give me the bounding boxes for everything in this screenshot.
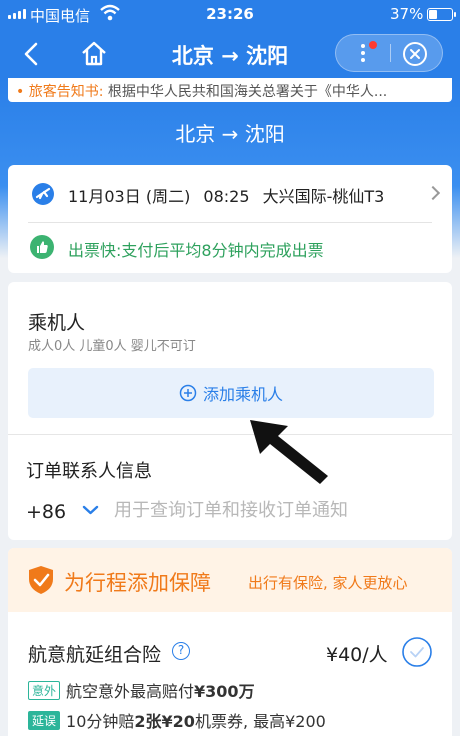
flight-time: 08:25 [203,187,250,206]
coverage-line: 意外 航空意外最高赔付¥300万 [28,678,255,702]
capsule-divider [390,44,391,62]
insurance-banner-slogan: 出行有保险, 家人更放心 [248,574,408,592]
battery-percent: 37% [390,5,424,23]
plane-icon [32,183,54,205]
insurance-price: ¥40/人 [326,644,388,666]
fast-ticket-text: 出票快:支付后平均8分钟内完成出票 [68,241,324,260]
chevron-down-icon[interactable] [82,504,99,516]
route-title: 北京 → 沈阳 [175,122,285,146]
phone-input[interactable] [114,500,414,521]
flight-card[interactable]: 11月03日 (周二) 08:25 大兴国际-桃仙T3 出票快:支付后平均8分钟… [8,165,452,273]
coverage-text: 航空意外最高赔付 [66,682,195,701]
notice-banner[interactable]: • 旅客告知书: 根据中华人民共和国海关总署关于《中华人... [8,78,452,102]
shield-icon [29,566,53,594]
coverage-text: 10分钟赔 [66,712,135,731]
menu-capsule [335,34,443,72]
country-code-select[interactable]: +86 [26,501,66,523]
flight-date: 11月03日 [68,187,141,206]
flight-weekday: (周二) [145,187,191,206]
passenger-summary: 成人0人 儿童0人 婴儿不可订 [28,339,196,354]
help-icon[interactable]: ? [172,642,190,660]
insurance-banner: 为行程添加保障 出行有保险, 家人更放心 [8,548,452,612]
notice-text: 根据中华人民共和国海关总署关于《中华人... [107,84,388,100]
flight-airport: 大兴国际-桃仙T3 [262,187,385,206]
pointer-arrow-icon [250,420,328,484]
coverage-line: 延误 10分钟赔2张¥20机票券, 最高¥200 [28,708,326,732]
coverage-highlight: ¥300万 [194,682,255,701]
coverage-highlight: 2张¥20 [134,712,195,731]
passenger-card: 乘机人 成人0人 儿童0人 婴儿不可订 添加乘机人 订单联系人信息 +86 [8,282,452,540]
flight-info: 11月03日 (周二) 08:25 大兴国际-桃仙T3 [68,183,384,207]
coverage-tag: 意外 [28,681,61,700]
thumbs-up-icon [30,235,54,259]
add-passenger-button[interactable]: 添加乘机人 [28,368,434,418]
passenger-title: 乘机人 [28,312,86,334]
close-circle-icon[interactable] [402,41,428,67]
divider [28,222,432,223]
plus-circle-icon [179,384,197,402]
coverage-suffix: 机票券, 最高¥200 [194,712,326,731]
more-icon[interactable] [336,35,390,71]
coverage-tag: 延误 [28,711,61,730]
add-passenger-label: 添加乘机人 [202,385,283,404]
insurance-card: 为行程添加保障 出行有保险, 家人更放心 航意航延组合险 ? ¥40/人 意外航… [8,548,452,736]
nav-bar: 北京 → 沈阳 [0,30,460,78]
contact-title: 订单联系人信息 [26,461,152,482]
insurance-product-name: 航意航延组合险 [28,644,162,666]
status-bar: 中国电信 23:26 37% [0,0,460,30]
insurance-banner-title: 为行程添加保障 [64,571,211,595]
notice-label: • 旅客告知书: [16,84,104,100]
chevron-right-icon [425,185,441,201]
select-checkbox[interactable] [401,636,433,668]
battery-icon [427,8,456,21]
notification-dot [369,41,377,49]
divider [8,434,452,435]
